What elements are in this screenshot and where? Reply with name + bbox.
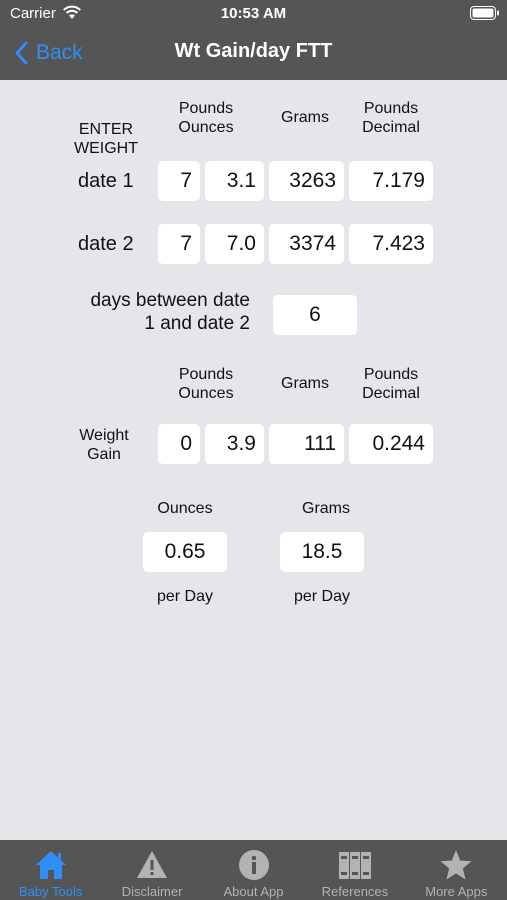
date1-ounces-field[interactable]: 3.1 [205, 161, 264, 201]
tab-label: Baby Tools [19, 884, 83, 899]
date2-ounces-field[interactable]: 7.0 [205, 224, 264, 264]
per-day-ounces-header: Ounces [157, 500, 213, 517]
ounces-per-day-value: 0.65 [143, 532, 227, 572]
gain-ounces-value: 3.9 [205, 424, 264, 464]
tab-label: About App [223, 884, 284, 899]
books-icon [338, 852, 371, 879]
status-time: 10:53 AM [220, 5, 287, 22]
date1-pounds-field[interactable]: 7 [158, 161, 200, 201]
tab-label: References [321, 884, 389, 899]
grams-per-day-value: 18.5 [280, 532, 364, 572]
tab-baby-tools[interactable]: Baby Tools [0, 840, 101, 900]
page-title: Wt Gain/day FTT [174, 40, 333, 62]
tab-more-apps[interactable]: More Apps [406, 840, 507, 900]
gain-decimal-value: 0.244 [349, 424, 433, 464]
warning-icon [137, 851, 168, 878]
tab-disclaimer[interactable]: Disclaimer [101, 840, 202, 900]
per-day-grams-header: Grams [302, 500, 350, 517]
date2-grams-field[interactable]: 3374 [269, 224, 344, 264]
gain-header-pounds-decimal: Pounds Decimal [362, 366, 420, 402]
tab-label: Disclaimer [121, 884, 183, 899]
gain-header-pounds-ounces: Pounds Ounces [178, 366, 234, 402]
gain-grams-value: 111 [269, 424, 344, 464]
status-bar: Carrier 10:53 AM [0, 0, 507, 28]
star-icon [440, 850, 472, 880]
house-icon [35, 851, 66, 879]
date2-decimal-field[interactable]: 7.423 [349, 224, 433, 264]
date1-label: date 1 [78, 170, 134, 192]
date2-pounds-field[interactable]: 7 [158, 224, 200, 264]
date2-label: date 2 [78, 233, 134, 255]
days-between-label: days between date 1 and date 2 [90, 290, 250, 334]
per-day-grams-footer: per Day [293, 588, 351, 605]
header-grams: Grams [281, 109, 329, 126]
per-day-ounces-footer: per Day [156, 588, 214, 605]
gain-pounds-value: 0 [158, 424, 200, 464]
info-icon [238, 850, 269, 880]
weight-gain-label: Weight Gain [79, 427, 129, 463]
tab-references[interactable]: References [304, 840, 405, 900]
date1-decimal-field[interactable]: 7.179 [349, 161, 433, 201]
tab-about-app[interactable]: About App [203, 840, 304, 900]
battery-icon [470, 6, 499, 20]
tab-label: More Apps [425, 884, 488, 899]
enter-weight-label: ENTER WEIGHT [74, 121, 138, 157]
header-pounds-decimal: Pounds Decimal [362, 100, 420, 136]
header-pounds-ounces: Pounds Ounces [178, 100, 234, 136]
days-between-field[interactable]: 6 [273, 295, 357, 335]
date1-grams-field[interactable]: 3263 [269, 161, 344, 201]
gain-header-grams: Grams [281, 375, 329, 392]
navigation-bar: Back Wt Gain/day FTT [0, 28, 507, 80]
tab-bar: Baby Tools Disclaimer About App Referenc… [0, 840, 507, 900]
